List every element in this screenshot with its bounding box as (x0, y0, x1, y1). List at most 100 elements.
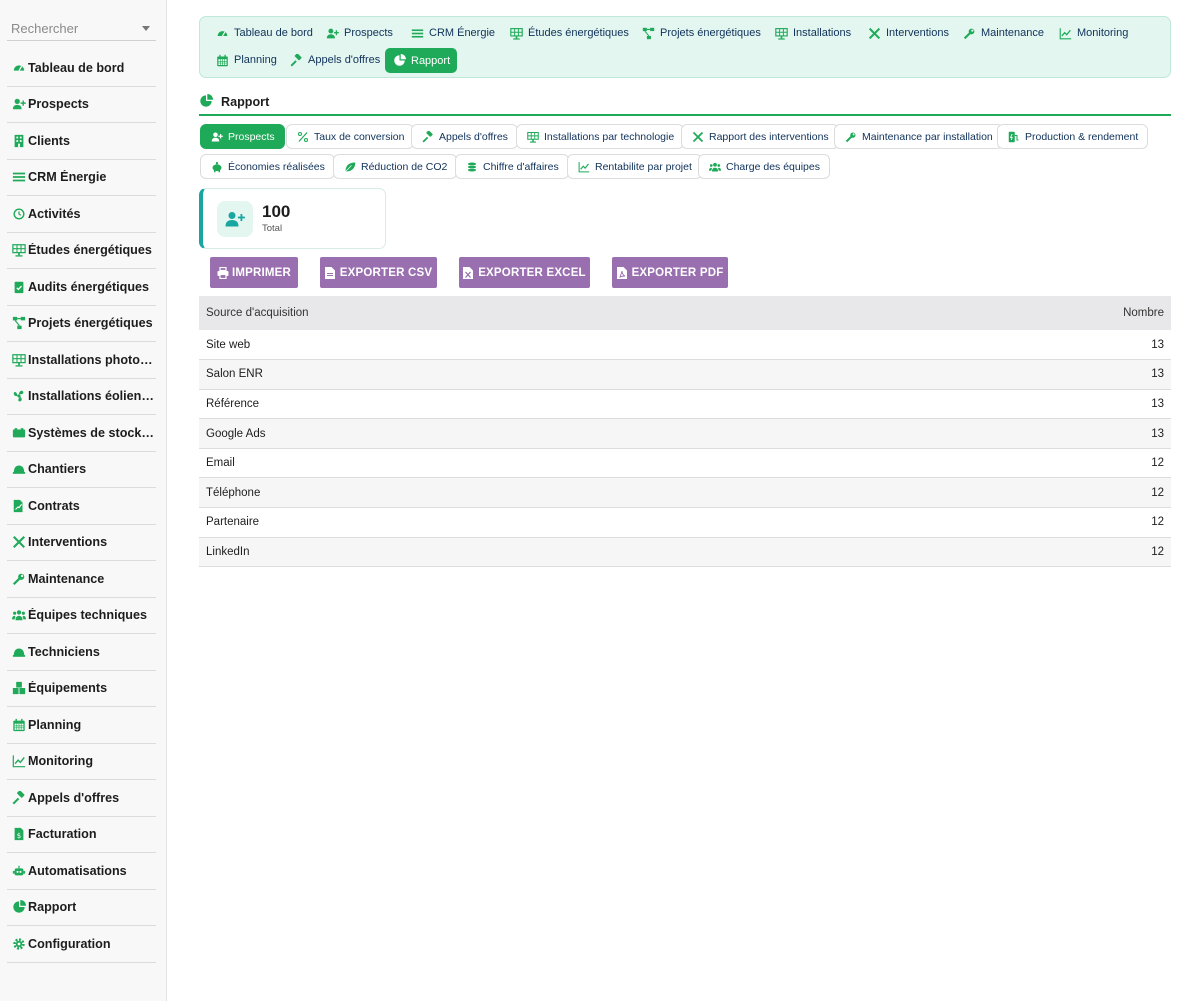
topnav-prospects[interactable]: Prospects (318, 21, 400, 45)
sidebar-item-label: Interventions (28, 535, 108, 550)
acquisition-table: Source d'acquisition Nombre Site web 13 S… (199, 296, 1171, 568)
sidebar-item-monitoring[interactable]: Monitoring (7, 744, 156, 780)
export-excel-button[interactable]: EXPORTER EXCEL (459, 257, 590, 288)
sidebar-item-interventions[interactable]: Interventions (7, 525, 156, 561)
tools-icon (11, 534, 27, 550)
sidebar-item-automatisations[interactable]: Automatisations (7, 853, 156, 890)
tab-label: Appels d'offres (439, 130, 508, 143)
export-csv-label: EXPORTER CSV (339, 266, 433, 279)
topnav-label: Études énergétiques (528, 27, 629, 39)
tab-label: Rentabilite par projet (595, 160, 692, 173)
table-row: Téléphone 12 (199, 477, 1171, 509)
sidebar-item-maintenance[interactable]: Maintenance (7, 561, 156, 598)
chart-pie-icon (199, 94, 215, 110)
sidebar-item-activites[interactable]: Activités (7, 196, 156, 233)
sidebar-item-label: CRM Énergie (28, 170, 107, 185)
sidebar-item-equipements[interactable]: Équipements (7, 671, 156, 707)
export-excel-label: EXPORTER EXCEL (478, 266, 586, 279)
sidebar-item-label: Installations éoliennes (28, 389, 156, 404)
sidebar-item-contrats[interactable]: Contrats (7, 488, 156, 525)
user-plus-icon (325, 26, 340, 41)
print-button[interactable]: IMPRIMER (210, 257, 298, 288)
robot-icon (11, 863, 27, 879)
tab-label: Installations par technologie (544, 130, 675, 143)
sidebar-item-facturation[interactable]: $ Facturation (7, 817, 156, 853)
calendar-icon (215, 53, 230, 68)
tab-rentabilite-par-projet[interactable]: Rentabilite par projet (567, 154, 702, 179)
chevron-down-icon[interactable] (142, 26, 150, 31)
tab-appels-d-offres[interactable]: Appels d'offres (411, 124, 518, 149)
tab-maintenance-par-installation[interactable]: Maintenance par installation (834, 124, 1003, 149)
solar-panel-icon (774, 26, 789, 41)
cog-icon (11, 936, 27, 952)
export-csv-button[interactable]: EXPORTER CSV (320, 257, 437, 288)
sidebar-item-tableau-de-bord[interactable]: Tableau de bord (7, 50, 156, 87)
sidebar-item-label: Maintenance (28, 571, 105, 586)
sidebar-item-label: Facturation (28, 827, 97, 842)
topnav-rapport[interactable]: Rapport (385, 48, 458, 73)
solar-panel-icon (11, 242, 27, 258)
topnav-crm-energie[interactable]: CRM Énergie (403, 21, 502, 45)
project-diagram-icon (641, 26, 656, 41)
search-select[interactable]: Rechercher (7, 17, 156, 41)
sidebar-item-planning[interactable]: Planning (7, 707, 156, 744)
sidebar-item-chantiers[interactable]: Chantiers (7, 452, 156, 488)
sidebar-item-systemes-de-stockage[interactable]: Systèmes de stockage (7, 415, 156, 452)
topnav-installations[interactable]: Installations (767, 21, 858, 45)
column-header-count[interactable]: Nombre (859, 296, 1171, 330)
topnav-etudes-energetiques[interactable]: Études énergétiques (502, 21, 636, 45)
tab-label: Maintenance par installation (862, 130, 993, 143)
tab-installations-par-technologie[interactable]: Installations par technologie (516, 124, 685, 149)
topnav-planning[interactable]: Planning (208, 48, 284, 72)
sidebar-item-crm-energie[interactable]: CRM Énergie (7, 160, 156, 196)
gavel-icon (289, 53, 304, 68)
topnav-monitoring[interactable]: Monitoring (1051, 21, 1135, 45)
tab-label: Chiffre d'affaires (483, 160, 559, 173)
sidebar-item-projets-energetiques[interactable]: Projets énergétiques (7, 306, 156, 342)
file-excel-icon (463, 266, 475, 279)
topnav-interventions[interactable]: Interventions (860, 21, 956, 45)
topnav-tableau-de-bord[interactable]: Tableau de bord (208, 21, 320, 45)
tab-reduction-de-co2[interactable]: Réduction de CO2 (333, 154, 458, 179)
gauge-icon (11, 60, 27, 76)
export-pdf-label: EXPORTER PDF (631, 266, 724, 279)
column-header-source[interactable]: Source d'acquisition (199, 296, 860, 330)
tab-prospects[interactable]: Prospects (200, 124, 285, 149)
topnav-appels-d-offres[interactable]: Appels d'offres (282, 48, 387, 72)
source-cell: Site web (199, 330, 860, 361)
sidebar-item-installations-photovoltaiques[interactable]: Installations photovoltaïques (7, 342, 156, 379)
tab-charge-des-equipes[interactable]: Charge des équipes (698, 154, 830, 179)
topnav-maintenance[interactable]: Maintenance (955, 21, 1051, 45)
tab-rapport-des-interventions[interactable]: Rapport des interventions (681, 124, 839, 149)
sidebar-item-etudes-energetiques[interactable]: Études énergétiques (7, 233, 156, 269)
table-row: Google Ads 13 (199, 418, 1171, 449)
sidebar-item-prospects[interactable]: Prospects (7, 87, 156, 123)
tab-economies-realisees[interactable]: Économies réalisées (200, 154, 335, 179)
source-cell: Téléphone (199, 477, 860, 509)
table-header-row: Source d'acquisition Nombre (199, 296, 1171, 330)
hard-hat-icon (11, 461, 27, 477)
sidebar-item-equipes-techniques[interactable]: Équipes techniques (7, 598, 156, 634)
fan-icon (11, 388, 27, 404)
sidebar-item-techniciens[interactable]: Techniciens (7, 634, 156, 671)
sidebar-item-label: Prospects (28, 97, 89, 112)
export-pdf-button[interactable]: EXPORTER PDF (612, 257, 728, 288)
sidebar-item-appels-d-offres[interactable]: Appels d'offres (7, 780, 156, 817)
topnav-label: Tableau de bord (234, 27, 313, 39)
tab-chiffre-d-affaires[interactable]: Chiffre d'affaires (455, 154, 569, 179)
battery-icon (11, 425, 27, 441)
sidebar-item-installations-eoliennes[interactable]: Installations éoliennes (7, 379, 156, 415)
tab-label: Économies réalisées (228, 160, 325, 173)
topnav-label: Prospects (344, 27, 393, 39)
sidebar-item-configuration[interactable]: Configuration (7, 926, 156, 963)
sidebar-item-clients[interactable]: Clients (7, 123, 156, 160)
sidebar-item-label: Projets énergétiques (28, 316, 153, 331)
sidebar-item-label: Rapport (28, 900, 77, 915)
topnav-projets-energetiques[interactable]: Projets énergétiques (634, 21, 768, 45)
tab-taux-de-conversion[interactable]: Taux de conversion (286, 124, 415, 149)
sidebar-item-rapport[interactable]: Rapport (7, 890, 156, 926)
tab-production-et-rendement[interactable]: Production & rendement (997, 124, 1149, 149)
sidebar-item-label: Études énergétiques (28, 243, 152, 258)
sidebar-item-audits-energetiques[interactable]: Audits énergétiques (7, 269, 156, 306)
svg-text:$: $ (17, 832, 21, 840)
